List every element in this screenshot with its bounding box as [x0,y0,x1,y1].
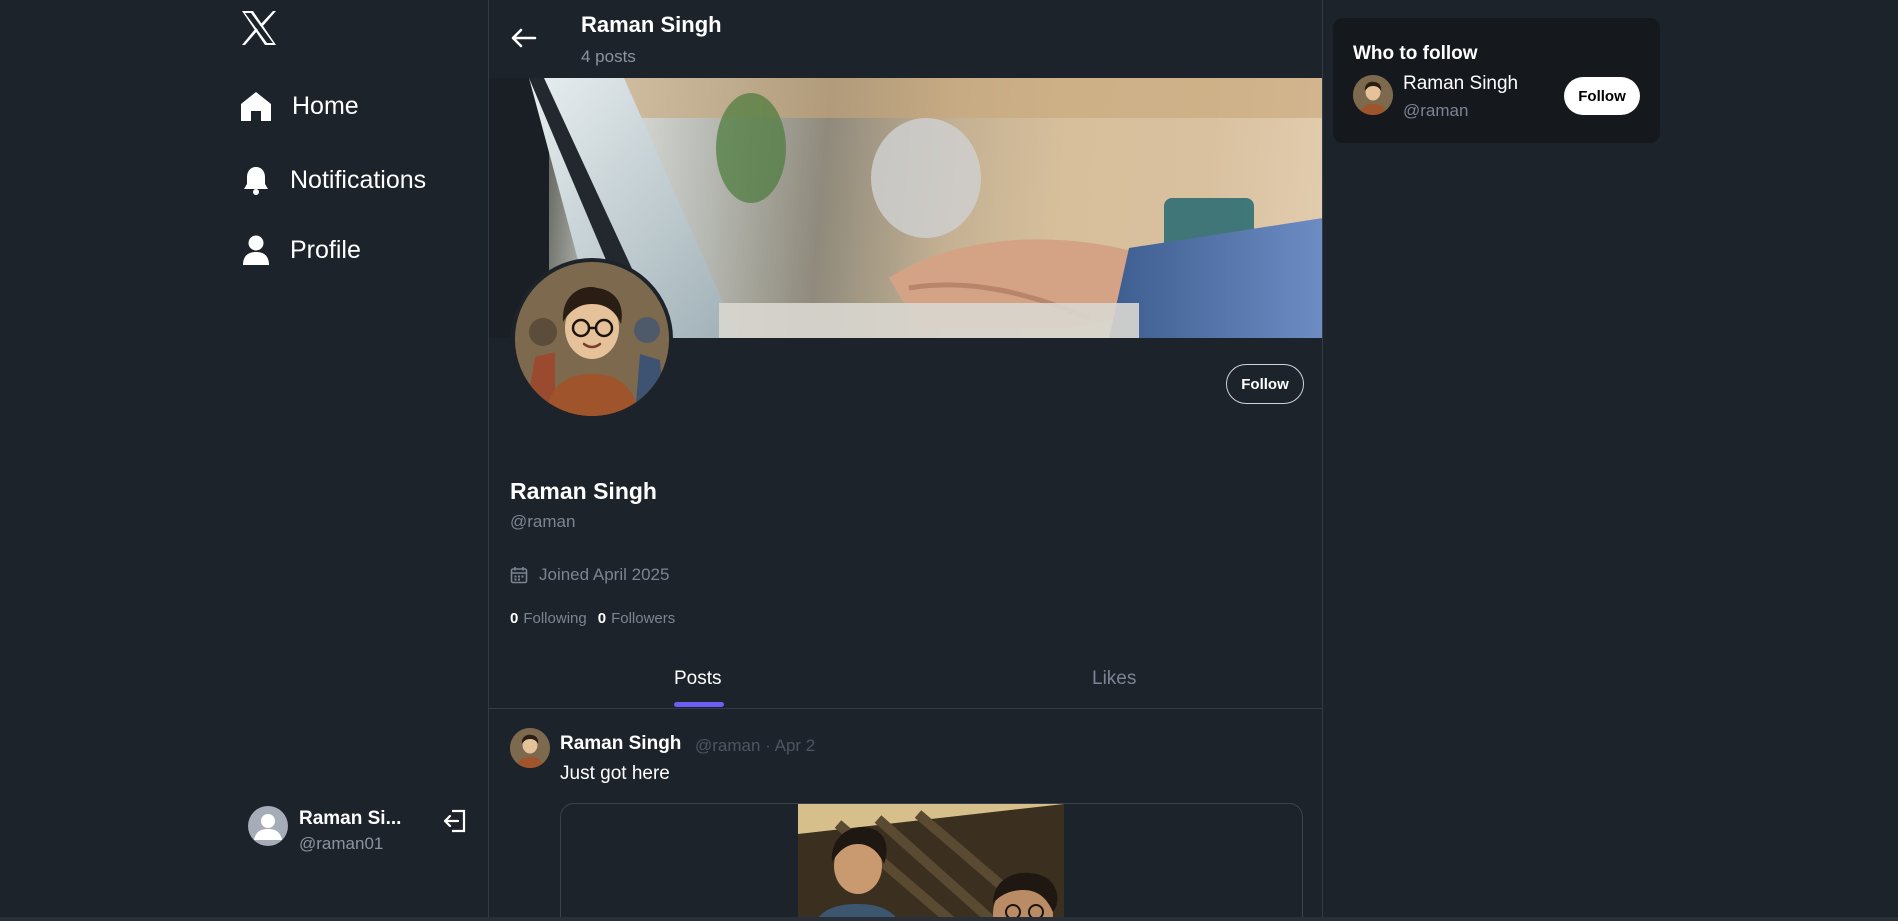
current-user-handle: @raman01 [299,834,384,853]
suggested-user-avatar[interactable] [1353,75,1393,115]
active-tab-indicator [674,702,724,707]
who-to-follow-title: Who to follow [1353,43,1478,64]
profile-joined-text: Joined April 2025 [539,565,670,584]
following-count: 0 [510,610,519,627]
profile-follow-stats: 0 Following 0 Followers [510,610,686,627]
followers-count: 0 [597,610,607,627]
current-user-card[interactable]: Raman Si... @raman01 [248,806,478,856]
profile-handle: @raman [510,512,576,531]
nav-profile[interactable]: Profile [240,234,361,266]
who-to-follow-panel: Who to follow Raman Singh @raman Follow [1333,18,1660,143]
header-post-count: 4 posts [581,47,636,66]
profile-name: Raman Singh [510,478,657,504]
post-text: Just got here [560,763,670,784]
profile-tabs: Posts Likes [489,658,1322,709]
tab-posts[interactable]: Posts [674,668,722,690]
post-item[interactable]: Raman Singh @raman · Apr 2 Just got here [489,710,1322,921]
app-root: Home Notifications Profile Raman Si... @… [0,0,1898,921]
header-title: Raman Singh [581,12,722,37]
left-sidebar: Home Notifications Profile Raman Si... @… [0,0,488,921]
home-icon [240,90,272,122]
profile-joined-date: Joined April 2025 [510,565,669,585]
profile-avatar [511,258,673,420]
nav-home[interactable]: Home [240,90,359,122]
back-arrow-icon[interactable] [509,24,539,52]
following-link[interactable]: Following [523,610,586,627]
calendar-icon [510,566,528,584]
bell-icon [240,164,272,196]
suggested-user-follow-button[interactable]: Follow [1564,77,1640,115]
nav-notifications-label: Notifications [290,165,427,194]
profile-main-column: Raman Singh 4 posts Follow Raman Singh @… [488,0,1323,921]
nav-notifications[interactable]: Notifications [240,164,426,196]
current-user-name: Raman Si... [299,808,402,829]
followers-link[interactable]: Followers [611,610,675,627]
current-user-avatar [248,806,288,846]
post-author-name[interactable]: Raman Singh [560,733,681,755]
suggested-user-handle: @raman [1403,101,1469,120]
post-meta: @raman · Apr 2 [695,736,816,755]
tab-likes[interactable]: Likes [1092,668,1136,690]
x-logo-icon[interactable] [240,10,278,46]
profile-follow-button[interactable]: Follow [1226,364,1304,404]
suggested-user-name[interactable]: Raman Singh [1403,73,1518,95]
post-image[interactable] [798,804,1064,921]
logout-icon[interactable] [442,808,468,834]
nav-profile-label: Profile [290,235,361,264]
nav-home-label: Home [292,91,359,120]
post-author-avatar[interactable] [510,728,550,768]
bottom-divider [0,917,1898,921]
user-icon [240,234,272,266]
post-media-frame[interactable] [560,803,1303,921]
